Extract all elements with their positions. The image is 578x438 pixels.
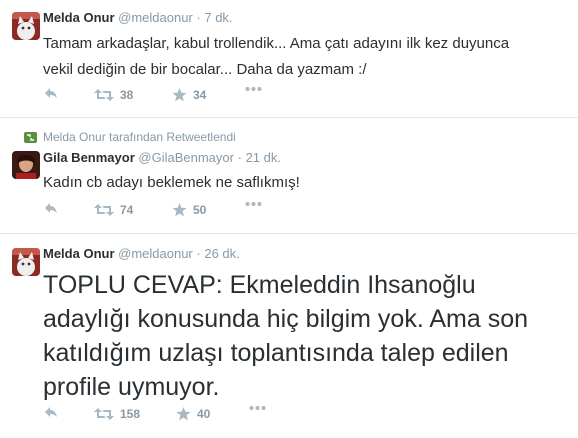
- more-icon: [245, 202, 262, 206]
- retweet-button[interactable]: 74: [94, 201, 133, 219]
- retweet-count: 158: [120, 407, 141, 421]
- favorite-button[interactable]: 34: [172, 86, 206, 104]
- avatar[interactable]: [12, 151, 40, 179]
- more-icon: [245, 87, 262, 91]
- username[interactable]: @meldaonur: [118, 246, 193, 261]
- favorite-count: 40: [197, 407, 211, 421]
- tweet-text: TOPLU CEVAP: Ekmeleddin Ihsanoğlu adaylı…: [43, 271, 528, 401]
- fullname[interactable]: Melda Onur: [43, 246, 115, 261]
- separator: ·: [237, 150, 242, 165]
- favorite-button[interactable]: 40: [176, 405, 210, 423]
- avatar[interactable]: [12, 12, 40, 40]
- avatar[interactable]: [12, 248, 40, 276]
- retweet-button[interactable]: 38: [94, 86, 133, 104]
- retweet-icon: [94, 89, 114, 101]
- favorite-icon: [172, 88, 187, 102]
- reply-icon: [45, 407, 57, 417]
- retweet-context-label[interactable]: Melda Onur tarafından Retweetlendi: [43, 130, 236, 144]
- retweet-count: 38: [120, 88, 134, 102]
- tweet[interactable]: Melda Onur tarafından Retweetlendi Gila …: [0, 118, 578, 234]
- favorite-count: 34: [193, 88, 207, 102]
- portrait-avatar-icon: [12, 151, 40, 179]
- timestamp[interactable]: 21 dk.: [246, 150, 281, 165]
- fullname[interactable]: Melda Onur: [43, 10, 115, 25]
- retweet-icon: [94, 408, 114, 420]
- timestamp[interactable]: 26 dk.: [204, 246, 239, 261]
- cat-avatar-icon: [12, 248, 40, 276]
- retweet-button[interactable]: 158: [94, 405, 140, 423]
- favorite-icon: [176, 407, 191, 421]
- separator: ·: [196, 10, 201, 25]
- username[interactable]: @meldaonur: [118, 10, 193, 25]
- separator: ·: [196, 246, 201, 261]
- username[interactable]: @GilaBenmayor: [138, 150, 234, 165]
- tweet-text: Kadın cb adayı beklemek ne saflıkmış!: [43, 174, 300, 191]
- more-button[interactable]: [245, 86, 262, 92]
- reply-icon: [45, 203, 57, 213]
- reply-button[interactable]: [43, 86, 59, 100]
- reply-button[interactable]: [43, 405, 59, 419]
- retweet-context-icon: [24, 131, 37, 143]
- tweet[interactable]: Melda Onur @meldaonur · 26 dk. TOPLU CEV…: [0, 234, 578, 438]
- fullname[interactable]: Gila Benmayor: [43, 150, 135, 165]
- tweet-header: Gila Benmayor @GilaBenmayor · 21 dk.: [43, 150, 281, 166]
- favorite-count: 50: [193, 203, 207, 217]
- retweet-icon: [94, 204, 114, 216]
- reply-button[interactable]: [43, 201, 59, 215]
- tweet-header: Melda Onur @meldaonur · 26 dk.: [43, 246, 240, 262]
- favorite-button[interactable]: 50: [172, 201, 206, 219]
- retweet-count: 74: [120, 203, 134, 217]
- more-button[interactable]: [249, 405, 266, 411]
- favorite-icon: [172, 203, 187, 217]
- tweet-text: Tamam arkadaşlar, kabul trollendik... Am…: [43, 35, 510, 78]
- cat-avatar-icon: [12, 12, 40, 40]
- more-icon: [249, 406, 266, 410]
- timestamp[interactable]: 7 dk.: [204, 10, 232, 25]
- more-button[interactable]: [245, 201, 262, 207]
- retweet-context[interactable]: Melda Onur tarafından Retweetlendi: [24, 130, 236, 144]
- tweet-header: Melda Onur @meldaonur · 7 dk.: [43, 10, 233, 26]
- reply-icon: [45, 88, 57, 98]
- tweet[interactable]: Melda Onur @meldaonur · 7 dk. Tamam arka…: [0, 0, 578, 118]
